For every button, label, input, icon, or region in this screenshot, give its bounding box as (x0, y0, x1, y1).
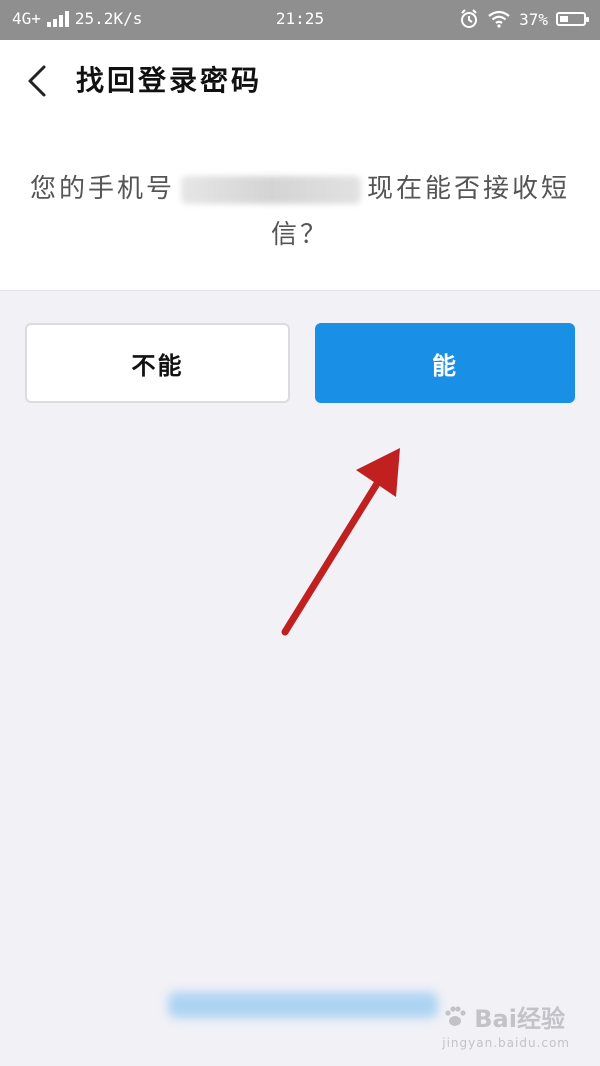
baidu-jingyan-watermark: Bai经验 jingyan.baidu.com (442, 999, 570, 1050)
question-text: 您的手机号 现在能否接收短信？ (20, 166, 580, 258)
cannot-receive-button[interactable]: 不能 (25, 323, 290, 403)
page-title: 找回登录密码 (76, 64, 263, 97)
alarm-icon (461, 9, 478, 28)
battery-icon (556, 12, 589, 26)
status-right: 37% (459, 9, 589, 29)
app-header: 找回登录密码 (0, 40, 600, 120)
watermark-url: jingyan.baidu.com (442, 1036, 570, 1050)
can-receive-button[interactable]: 能 (315, 323, 575, 403)
battery-level (560, 16, 568, 22)
status-bar: 4G+ 25.2K/s 21:25 37% (0, 0, 600, 40)
watermark-brand: Bai经验 (442, 999, 570, 1034)
wifi-icon (488, 10, 510, 28)
masked-phone-number (181, 176, 361, 204)
arrow-head (356, 448, 400, 497)
battery-percent: 37% (519, 9, 548, 29)
blurred-bottom-link[interactable] (168, 992, 438, 1018)
question-panel: 您的手机号 现在能否接收短信？ (0, 120, 600, 291)
paw-logo-icon (445, 1005, 466, 1026)
question-prefix: 您的手机号 (29, 174, 175, 204)
back-arrow-icon[interactable] (24, 64, 54, 98)
arrow-shaft (281, 478, 382, 636)
watermark-brand-text: Bai经验 (474, 1005, 565, 1033)
